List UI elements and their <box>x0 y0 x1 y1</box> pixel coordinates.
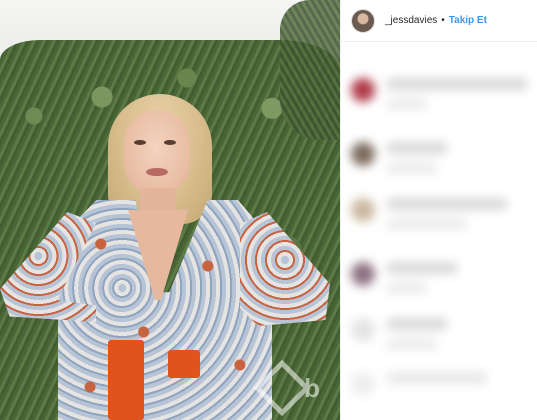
blurred-comments <box>341 42 537 420</box>
orange-belt-right <box>168 350 200 378</box>
site-logo-icon <box>253 359 311 417</box>
face <box>124 110 190 194</box>
comment-text <box>387 198 507 210</box>
comment-item <box>351 318 447 358</box>
comment-avatar <box>351 318 375 342</box>
comment-item <box>351 142 447 182</box>
post-header: _jessdavies • Takip Et <box>341 0 537 42</box>
comment-item <box>351 198 507 238</box>
comment-text <box>387 372 487 384</box>
comment-item <box>351 78 527 118</box>
comment-text <box>387 142 447 154</box>
comment-meta <box>387 98 427 110</box>
username-link[interactable]: _jessdavies <box>385 15 437 26</box>
comment-text <box>387 318 447 330</box>
comment-meta <box>387 282 427 294</box>
comment-text <box>387 78 527 90</box>
post-photo[interactable]: b <box>0 0 340 420</box>
right-eye <box>164 140 176 145</box>
avatar[interactable] <box>351 8 375 33</box>
lips <box>146 168 168 176</box>
comment-item <box>351 372 487 396</box>
comment-avatar <box>351 142 375 166</box>
comment-avatar <box>351 372 375 396</box>
follow-button[interactable]: Takip Et <box>449 15 487 26</box>
comment-meta <box>387 338 437 350</box>
comment-text <box>387 262 457 274</box>
comment-item <box>351 262 457 302</box>
site-watermark: b <box>253 359 340 417</box>
comment-meta <box>387 162 437 174</box>
orange-belt-left <box>108 340 144 420</box>
instagram-post: b _jessdavies • Takip Et <box>0 0 537 420</box>
comment-avatar <box>351 262 375 286</box>
post-sidebar: _jessdavies • Takip Et <box>340 0 537 420</box>
comment-meta <box>387 218 467 230</box>
comment-avatar <box>351 78 375 102</box>
left-eye <box>134 140 146 145</box>
separator-dot: • <box>441 15 445 26</box>
tree-branches <box>280 0 340 140</box>
comment-avatar <box>351 198 375 222</box>
